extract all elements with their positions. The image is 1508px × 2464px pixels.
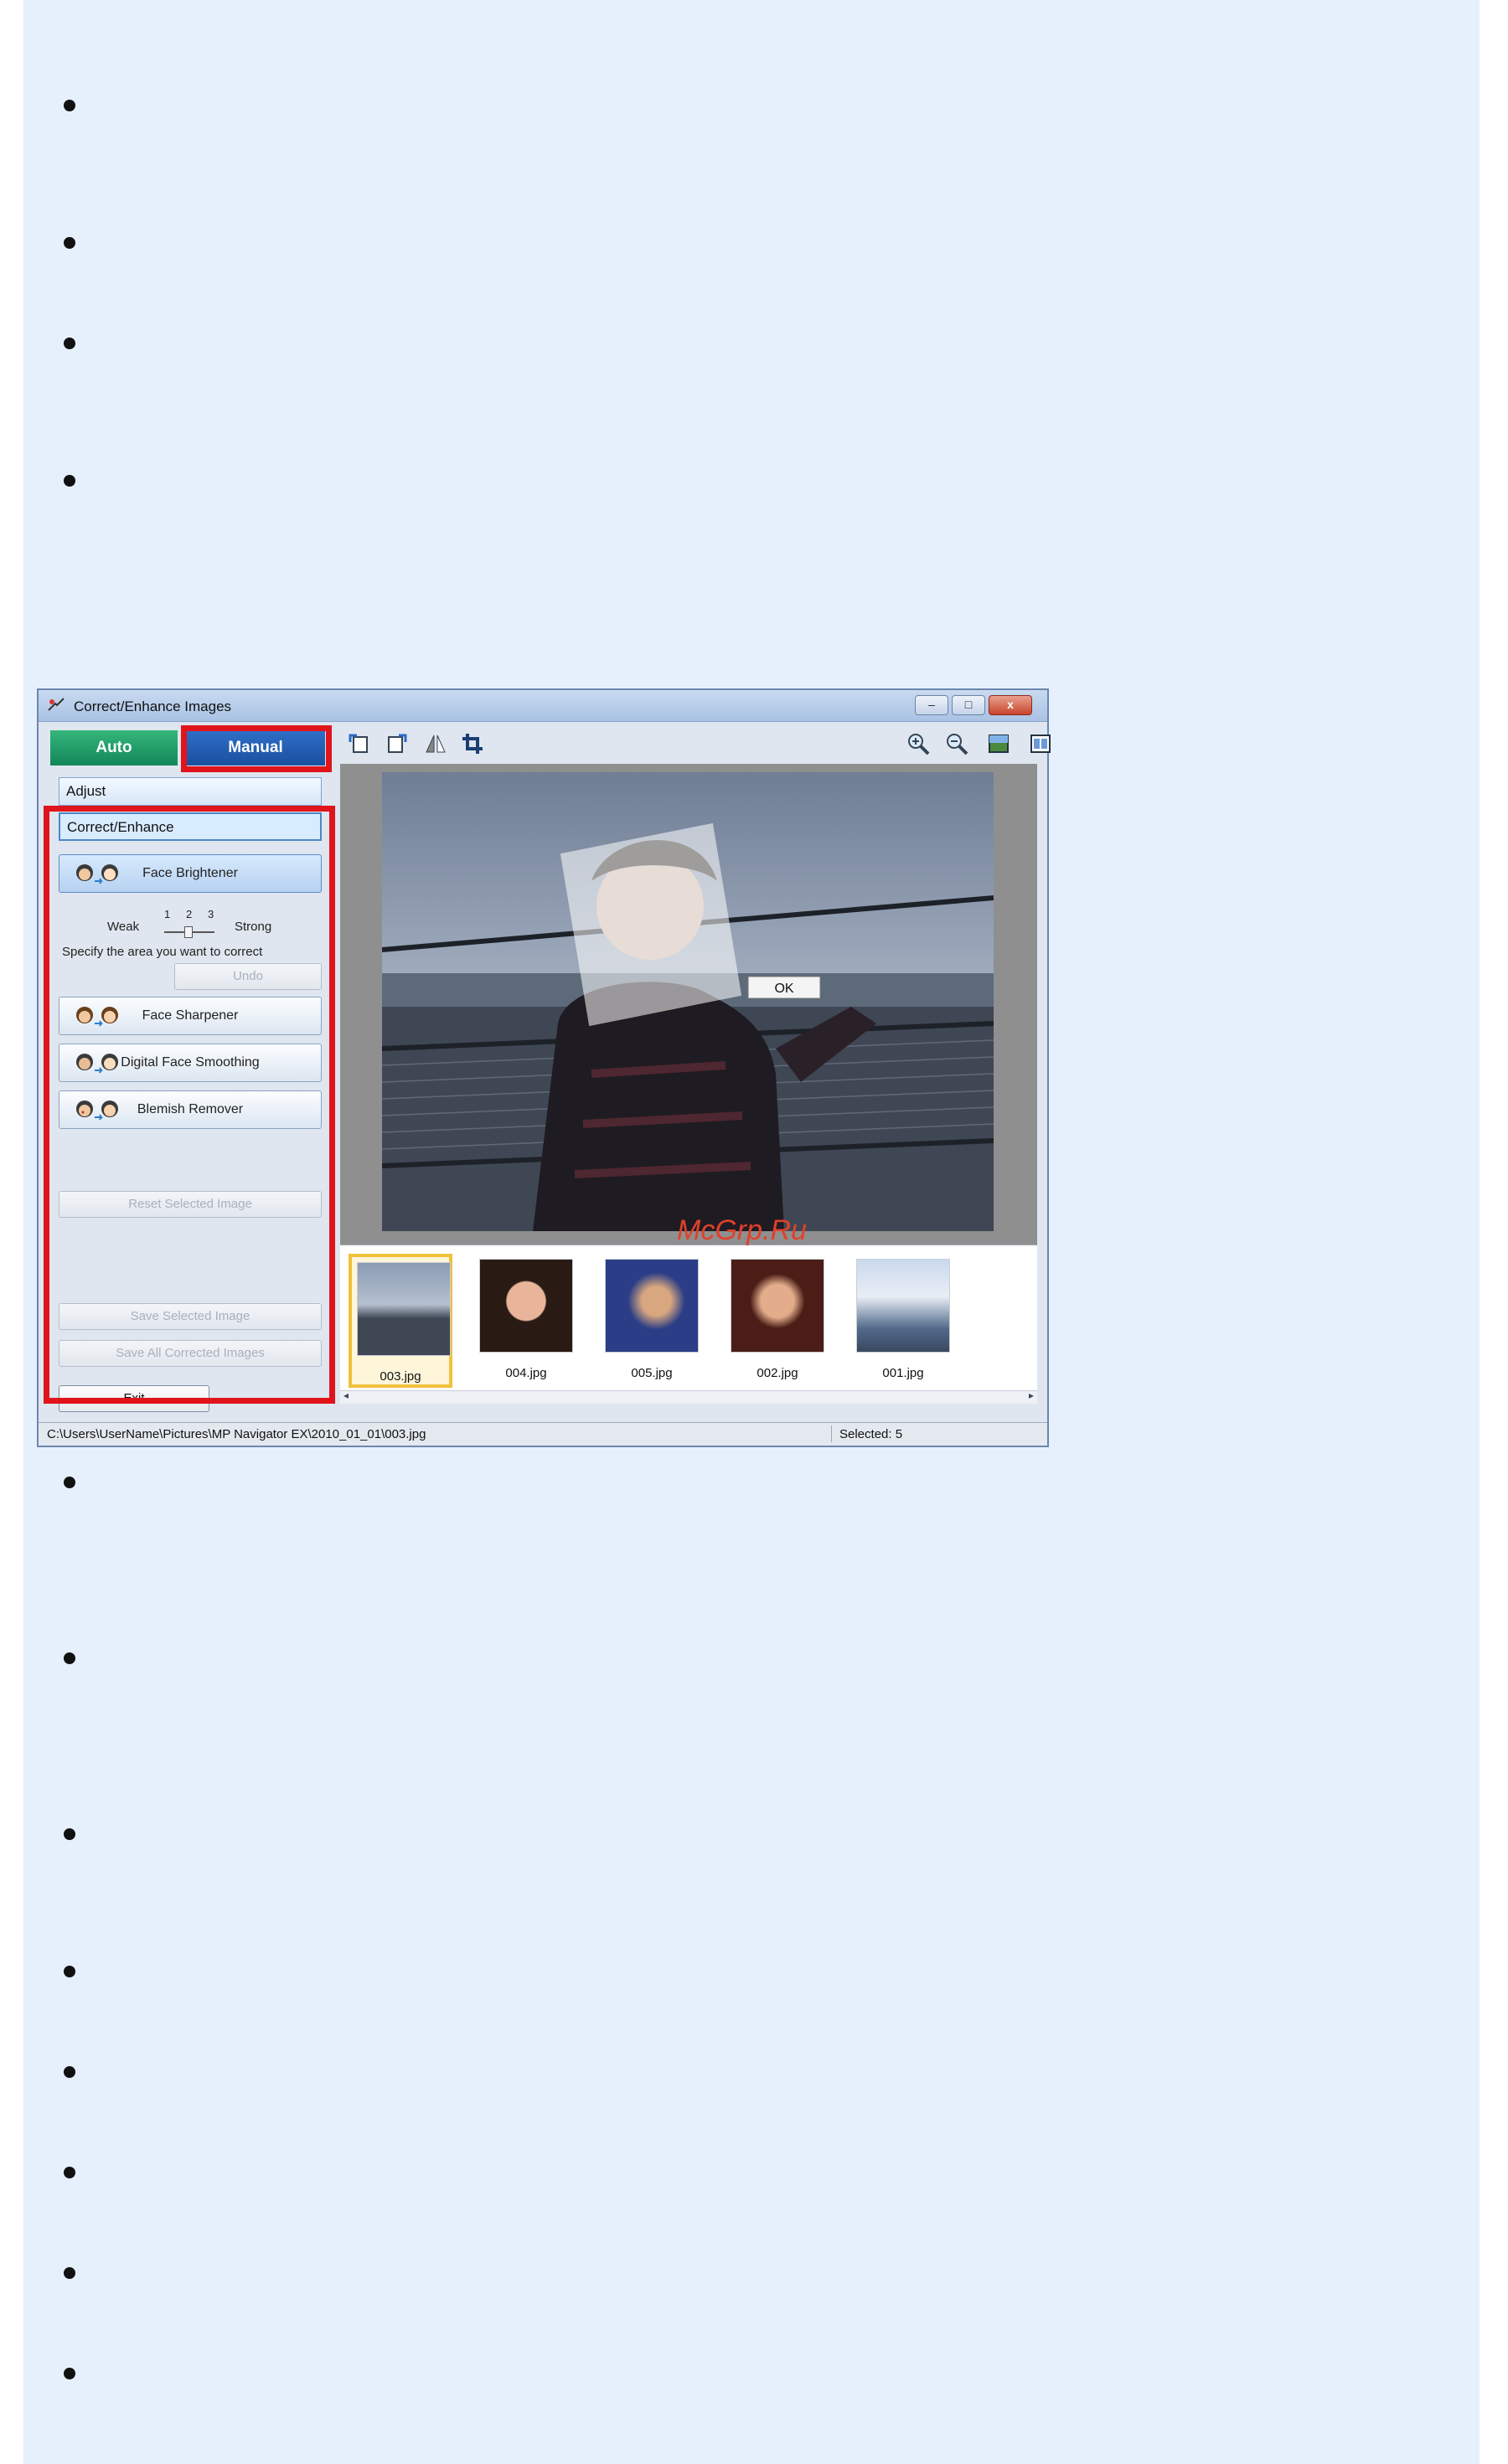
bullet-1	[64, 100, 75, 111]
tab-auto[interactable]: Auto	[50, 730, 178, 765]
thumbnail-caption: 002.jpg	[757, 1366, 798, 1380]
face-brightener-button[interactable]: Face Brightener	[59, 854, 322, 893]
strength-slider[interactable]	[164, 926, 214, 938]
app-icon	[48, 698, 65, 711]
bullet-3	[64, 338, 75, 349]
title-bar: Correct/Enhance Images – □ x	[39, 690, 1047, 722]
undo-button[interactable]: Undo	[174, 963, 322, 990]
bullet-8	[64, 1966, 75, 1977]
watermark: McGrp.Ru	[677, 1214, 807, 1246]
thumbnail-image	[605, 1259, 699, 1353]
blemish-remover-icon	[76, 1101, 118, 1121]
exit-button[interactable]: Exit	[59, 1385, 209, 1412]
section-correct-enhance[interactable]: Correct/Enhance	[59, 812, 322, 841]
thumbnail-image	[479, 1259, 573, 1353]
slider-thumb[interactable]	[184, 926, 193, 938]
bullet-10	[64, 2167, 75, 2178]
thumbnail-image	[856, 1259, 950, 1353]
maximize-button[interactable]: □	[952, 695, 985, 715]
thumbnail-scrollbar[interactable]: ◂ ▸	[340, 1389, 1037, 1404]
bullet-5	[64, 1477, 75, 1488]
preview-photo: OK	[382, 772, 994, 1231]
image-preview[interactable]: OK	[340, 764, 1037, 1245]
thumbnail-004[interactable]: 004.jpg	[474, 1254, 578, 1388]
face-sharpener-label: Face Sharpener	[142, 1008, 239, 1023]
thumbnail-caption: 003.jpg	[380, 1369, 421, 1384]
face-brightener-label: Face Brightener	[142, 866, 238, 880]
reset-selected-image-button[interactable]: Reset Selected Image	[59, 1191, 322, 1218]
slider-tick-3: 3	[208, 908, 214, 920]
thumbnail-005[interactable]: 005.jpg	[600, 1254, 704, 1388]
thumbnail-003[interactable]: 003.jpg	[349, 1254, 452, 1388]
bullet-6	[64, 1652, 75, 1664]
face-sharpener-button[interactable]: Face Sharpener	[59, 997, 322, 1035]
ok-button-label: OK	[774, 982, 793, 996]
invert-icon[interactable]	[424, 732, 447, 755]
status-path: C:\Users\UserName\Pictures\MP Navigator …	[47, 1427, 426, 1441]
section-adjust[interactable]: Adjust	[59, 777, 322, 806]
thumbnail-caption: 005.jpg	[631, 1366, 673, 1380]
rotate-left-icon[interactable]	[347, 732, 370, 755]
hint-text: Specify the area you want to correct	[62, 945, 263, 959]
bullet-11	[64, 2267, 75, 2279]
scroll-left-icon[interactable]: ◂	[343, 1389, 349, 1401]
close-button[interactable]: x	[989, 695, 1032, 715]
status-bar: C:\Users\UserName\Pictures\MP Navigator …	[39, 1422, 1047, 1446]
status-divider	[831, 1425, 832, 1442]
thumbnail-002[interactable]: 002.jpg	[726, 1254, 829, 1388]
digital-face-smoothing-button[interactable]: Digital Face Smoothing	[59, 1044, 322, 1082]
compare-icon[interactable]	[1029, 732, 1052, 755]
window-title: Correct/Enhance Images	[74, 698, 232, 714]
full-screen-icon[interactable]	[987, 732, 1010, 755]
left-pane: Auto Manual Adjust Correct/Enhance Face …	[39, 722, 335, 1422]
rotate-right-icon[interactable]	[385, 732, 409, 755]
thumbnail-caption: 001.jpg	[882, 1366, 924, 1380]
thumbnail-caption: 004.jpg	[505, 1366, 547, 1380]
save-all-corrected-images-button[interactable]: Save All Corrected Images	[59, 1340, 322, 1367]
thumbnail-strip: 003.jpg 004.jpg 005.jpg 002.jpg 001.jpg	[340, 1245, 1037, 1404]
bullet-4	[64, 475, 75, 487]
trim-icon[interactable]	[461, 732, 484, 755]
slider-tick-2: 2	[186, 908, 193, 920]
tab-manual[interactable]: Manual	[186, 730, 325, 765]
bullet-2	[64, 237, 75, 249]
minimize-button[interactable]: –	[915, 695, 948, 715]
slider-tick-1: 1	[164, 908, 171, 920]
blemish-remover-button[interactable]: Blemish Remover	[59, 1090, 322, 1129]
blemish-remover-label: Blemish Remover	[137, 1102, 244, 1116]
correct-enhance-window: Correct/Enhance Images – □ x Auto Manual…	[37, 688, 1051, 1447]
thumbnail-image	[731, 1259, 824, 1353]
image-toolbar	[335, 722, 1051, 764]
bullet-7	[64, 1828, 75, 1840]
face-sharpener-icon	[76, 1007, 118, 1027]
zoom-out-icon[interactable]	[945, 732, 968, 755]
thumbnail-001[interactable]: 001.jpg	[851, 1254, 955, 1388]
digital-face-smoothing-label: Digital Face Smoothing	[121, 1055, 260, 1070]
thumbnail-image	[357, 1262, 451, 1356]
bullet-12	[64, 2368, 75, 2379]
face-brightener-icon	[76, 864, 118, 884]
save-selected-image-button[interactable]: Save Selected Image	[59, 1303, 322, 1330]
zoom-in-icon[interactable]	[906, 732, 930, 755]
scroll-right-icon[interactable]: ▸	[1029, 1389, 1034, 1401]
slider-weak-label: Weak	[107, 920, 140, 934]
bullet-9	[64, 2066, 75, 2078]
status-selected: Selected: 5	[839, 1427, 903, 1441]
digital-face-smoothing-icon	[76, 1054, 118, 1074]
slider-strong-label: Strong	[235, 920, 272, 934]
